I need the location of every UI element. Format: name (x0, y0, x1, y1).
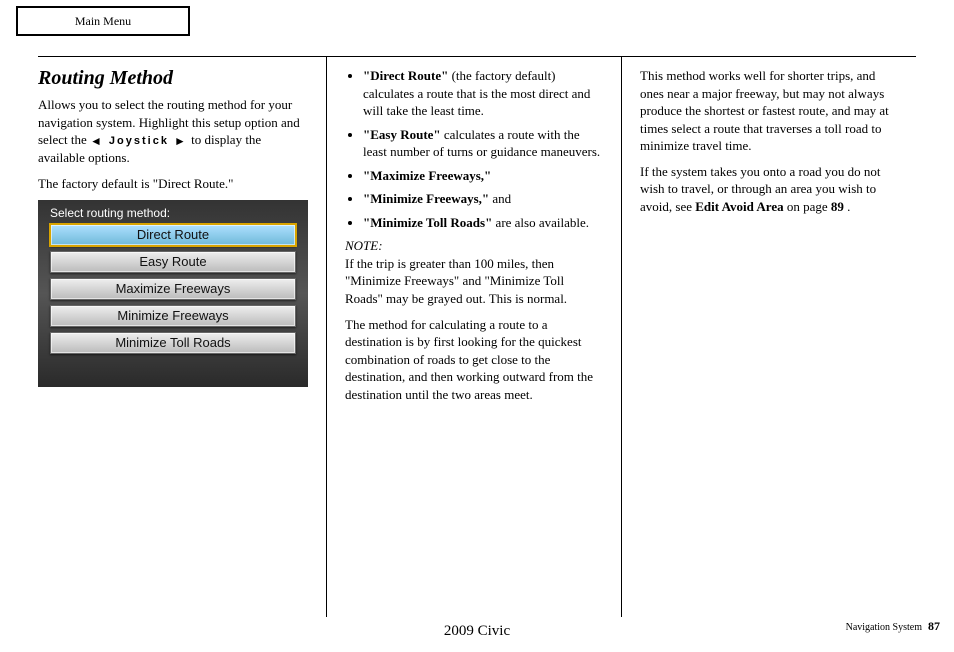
column-3: This method works well for shorter trips… (621, 57, 916, 617)
route-option-min-tolls[interactable]: Minimize Toll Roads (50, 332, 296, 354)
joystick-inline: ◄ Joystick ► (90, 133, 188, 149)
left-triangle-icon: ◄ (90, 134, 104, 148)
gps-screen: Select routing method: Direct Route Easy… (38, 200, 308, 387)
route-option-min-freeways[interactable]: Minimize Freeways (50, 305, 296, 327)
page-label: Navigation System (846, 622, 922, 633)
main-menu-box: Main Menu (16, 6, 190, 36)
route-option-direct[interactable]: Direct Route (50, 224, 296, 246)
routing-methods-list: "Direct Route" (the factory default) cal… (345, 67, 603, 231)
col3-para1: This method works well for shorter trips… (640, 67, 898, 155)
routing-method-item: "Direct Route" (the factory default) cal… (363, 67, 603, 120)
footer-model: 2009 Civic (0, 623, 954, 640)
col1-para1: Allows you to select the routing method … (38, 96, 308, 167)
routing-method-item: "Minimize Toll Roads" are also available… (363, 214, 603, 232)
col3-para2: If the system takes you onto a road you … (640, 163, 898, 216)
routing-method-item: "Minimize Freeways," and (363, 190, 603, 208)
col2-note1: If the trip is greater than 100 miles, t… (345, 255, 603, 308)
page-number: Navigation System 87 (846, 619, 940, 634)
col1-para2: The factory default is "Direct Route." (38, 175, 308, 193)
routing-method-item: "Easy Route" calculates a route with the… (363, 126, 603, 161)
route-option-easy[interactable]: Easy Route (50, 251, 296, 273)
content-columns: Routing Method Allows you to select the … (38, 57, 916, 617)
col2-note2: The method for calculating a route to a … (345, 316, 603, 404)
column-2: "Direct Route" (the factory default) cal… (326, 57, 621, 617)
right-triangle-icon: ► (174, 134, 188, 148)
column-1: Routing Method Allows you to select the … (38, 57, 326, 617)
section-title-routing: Routing Method (38, 67, 308, 90)
gps-screen-title: Select routing method: (50, 206, 296, 220)
page-number-value: 87 (928, 619, 940, 633)
route-option-max-freeways[interactable]: Maximize Freeways (50, 278, 296, 300)
note-heading: NOTE: (345, 237, 603, 255)
routing-method-item: "Maximize Freeways," (363, 167, 603, 185)
